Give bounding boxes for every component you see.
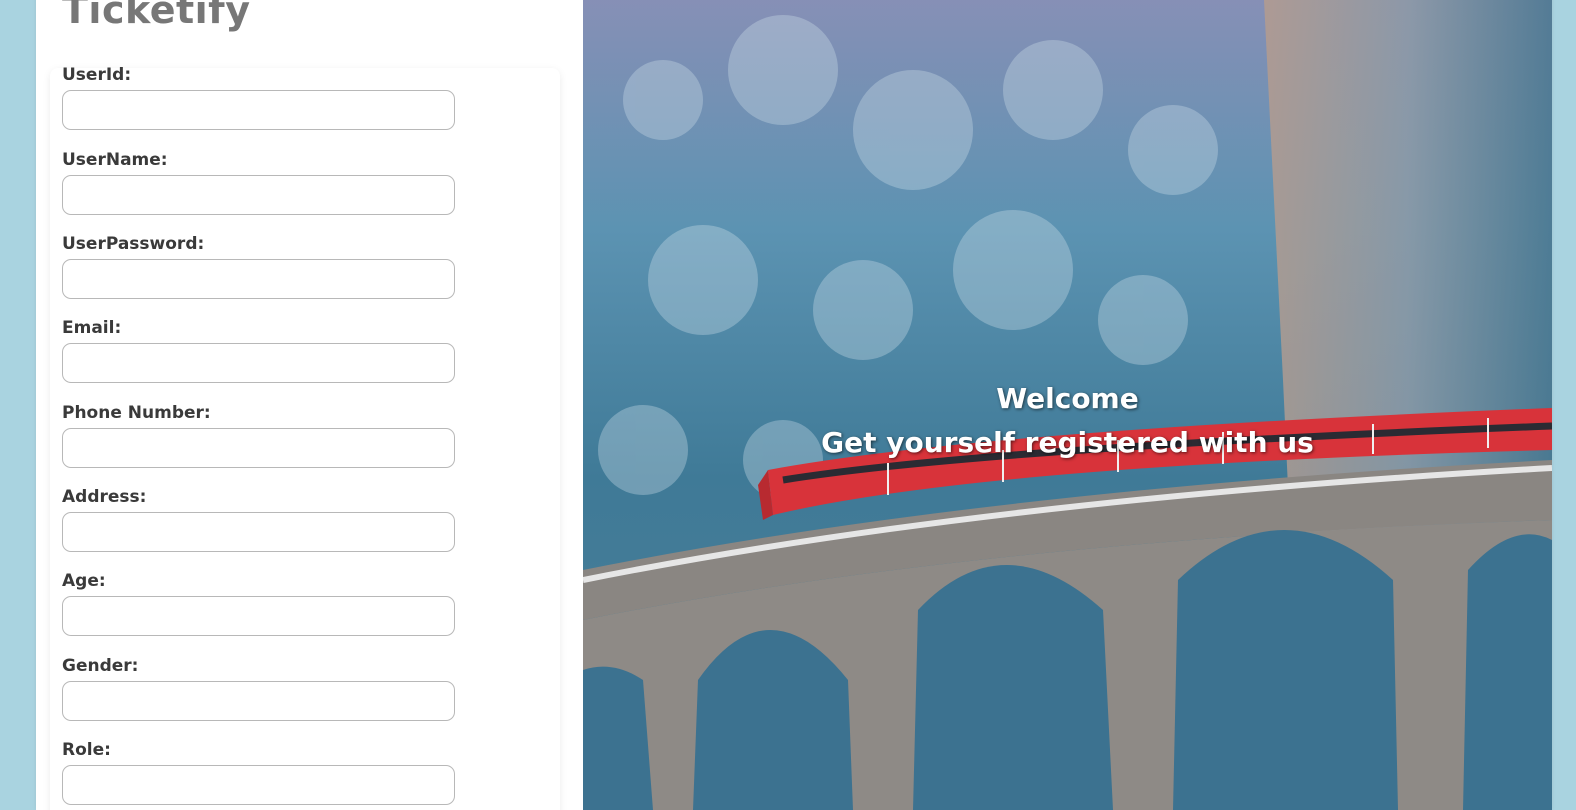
phone-label: Phone Number: xyxy=(62,403,211,423)
email-field-group: Email: xyxy=(62,317,455,383)
password-input[interactable] xyxy=(62,259,455,299)
age-input[interactable] xyxy=(62,596,455,636)
age-field-group: Age: xyxy=(62,570,455,636)
password-label: UserPassword: xyxy=(62,234,205,254)
userid-label: UserId: xyxy=(62,65,132,85)
welcome-heading: Welcome xyxy=(996,382,1139,415)
role-field-group: Role: xyxy=(62,739,455,805)
address-input[interactable] xyxy=(62,512,455,552)
username-field-group: UserName: xyxy=(62,149,455,215)
userid-field-group: UserId: xyxy=(62,64,455,130)
username-input[interactable] xyxy=(62,175,455,215)
email-label: Email: xyxy=(62,318,122,338)
phone-input[interactable] xyxy=(62,428,455,468)
address-label: Address: xyxy=(62,487,147,507)
username-label: UserName: xyxy=(62,150,168,170)
gender-field-group: Gender: xyxy=(62,655,455,721)
password-field-group: UserPassword: xyxy=(62,233,455,299)
address-field-group: Address: xyxy=(62,486,455,552)
welcome-tagline: Get yourself registered with us xyxy=(821,426,1314,459)
gender-label: Gender: xyxy=(62,656,139,676)
gender-input[interactable] xyxy=(62,681,455,721)
role-label: Role: xyxy=(62,740,111,760)
phone-field-group: Phone Number: xyxy=(62,402,455,468)
userid-input[interactable] xyxy=(62,90,455,130)
form-section: Ticketify UserId: UserName: UserPassword… xyxy=(36,0,583,810)
registration-card: Ticketify UserId: UserName: UserPassword… xyxy=(36,0,1552,810)
email-input[interactable] xyxy=(62,343,455,383)
age-label: Age: xyxy=(62,571,106,591)
brand-title: Ticketify xyxy=(62,0,251,32)
role-input[interactable] xyxy=(62,765,455,805)
hero-image-panel: Welcome Get yourself registered with us xyxy=(583,0,1552,810)
registration-form: UserId: UserName: UserPassword: Email: P… xyxy=(50,65,560,810)
